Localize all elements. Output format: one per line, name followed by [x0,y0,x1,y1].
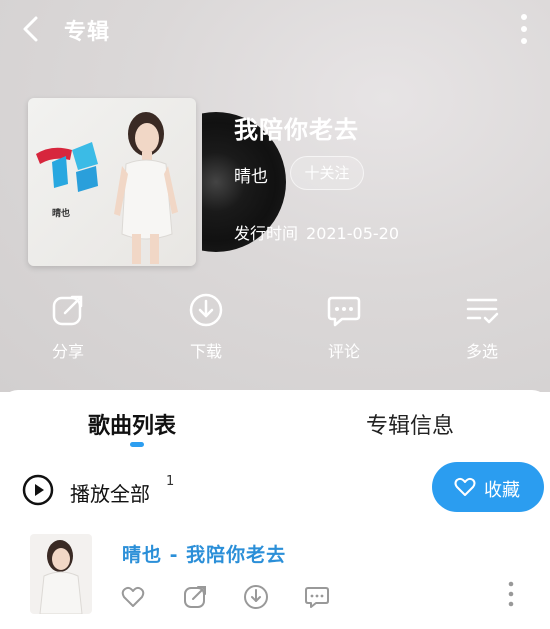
multi-select-label: 多选 [465,342,498,361]
comment-icon[interactable] [304,584,330,610]
cover-artist-label: 晴也 [52,209,71,219]
share-icon[interactable] [182,584,208,610]
comment-icon [327,296,361,327]
page-title: 专辑 [64,20,111,45]
comment-label: 评论 [327,342,360,361]
tab-song-list[interactable]: 歌曲列表 [88,408,176,440]
download-label: 下载 [189,342,222,361]
heart-icon [454,477,476,496]
download-icon[interactable] [243,584,269,610]
song-thumbnail [30,534,92,614]
share-icon [52,295,83,326]
multi-select-button[interactable]: 多选 [442,292,522,362]
download-button[interactable]: 下载 [166,292,246,362]
multi-select-icon [466,298,499,324]
share-label: 分享 [51,342,84,361]
vertical-dots-icon[interactable] [506,580,516,608]
collect-label: 收藏 [484,480,520,501]
album-title: 我陪你老去 [234,116,359,144]
vertical-dots-icon[interactable] [518,12,530,46]
play-all-label: 播放全部 [70,482,150,506]
song-count: 1 [166,474,175,489]
release-info: 发行时间 2021-05-20 [234,220,407,244]
collect-button[interactable]: 收藏 [432,462,544,512]
comment-button[interactable]: 评论 [304,292,384,362]
cover-person-image [114,112,178,264]
share-button[interactable]: 分享 [28,292,108,362]
heart-icon[interactable] [120,584,146,610]
top-bar: 专辑 [0,0,550,58]
album-cover: 晴也 [28,98,196,266]
album-cover-group[interactable]: 晴也 [28,98,286,268]
song-title[interactable]: 晴也 - 我陪你老去 [122,540,286,567]
tab-album-info[interactable]: 专辑信息 [366,408,454,440]
artist-name[interactable]: 晴也 [234,162,268,187]
song-list-panel: 歌曲列表 专辑信息 播放全部 1 收藏 晴也 - 我陪你老去 [0,390,550,629]
album-action-bar: 分享 下载 评论 多选 [0,292,550,372]
list-item[interactable]: 晴也 - 我陪你老去 [0,528,550,629]
release-date: 2021-05-20 [306,224,399,243]
song-thumbnail-image [39,540,83,614]
download-icon [189,293,223,327]
follow-button[interactable]: 十关注 [290,156,364,190]
chevron-left-icon[interactable] [16,14,46,44]
release-label: 发行时间 [234,224,299,243]
play-circle-icon [22,474,54,506]
tab-active-indicator [130,442,144,447]
